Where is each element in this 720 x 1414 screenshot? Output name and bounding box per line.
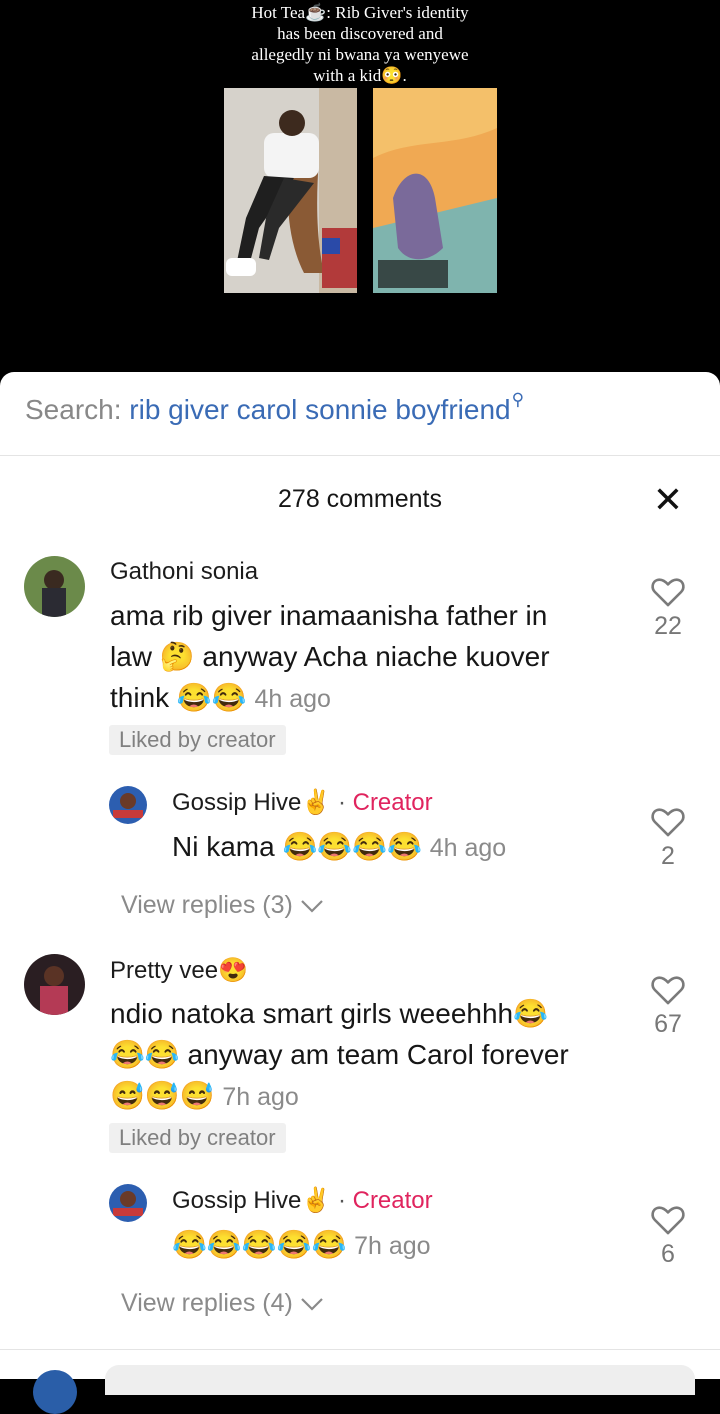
heart-icon [651,808,685,837]
comments-sheet: Search: rib giver carol sonnie boyfriend… [0,372,720,1414]
video-thumbnail-man [224,88,357,293]
heart-icon [651,1206,685,1235]
reply-author[interactable]: Gossip Hive✌️ [172,789,331,816]
close-icon[interactable]: ✕ [652,480,684,520]
comment-time: 4h ago [254,685,331,713]
avatar[interactable] [109,786,147,824]
separator-dot: · [337,789,346,816]
liked-by-creator-badge: Liked by creator [109,725,286,755]
like-count: 22 [654,612,682,640]
video-thumbnail-hand [373,88,497,293]
comment-line: law 🤔 anyway Acha niache kuover [110,641,550,672]
caption-line: Hot Tea☕: Rib Giver's identity [251,3,469,22]
search-prefix: Search: [25,394,122,425]
like-button[interactable]: 22 [648,576,688,641]
comment-line: ndio natoka smart girls weeehhh😂 [110,998,548,1029]
reply-time: 7h ago [354,1232,431,1260]
view-replies-button[interactable]: View replies (3) [121,891,324,920]
like-button[interactable]: 2 [648,806,688,871]
caption-line: allegedly ni bwana ya wenyewe [251,45,469,64]
like-button[interactable]: 67 [648,974,688,1039]
comment-text: ndio natoka smart girls weeehhh😂 😂😂 anyw… [110,993,569,1118]
separator-dot: · [337,1187,346,1214]
liked-by-creator-badge: Liked by creator [109,1123,286,1153]
avatar [33,1370,77,1414]
like-button[interactable]: 6 [648,1204,688,1269]
reply-author[interactable]: Gossip Hive✌️ [172,1187,331,1214]
hand-image [373,88,497,293]
comment-line: think 😂😂 [110,682,247,713]
comment-count: 278 comments [278,485,442,513]
comment-time: 7h ago [222,1083,299,1111]
comment-author[interactable]: Gathoni sonia [110,558,258,586]
heart-icon [651,578,685,607]
avatar[interactable] [24,954,85,1015]
reply-author-line: Gossip Hive✌️ · Creator [172,1186,433,1215]
view-replies-label: View replies (4) [121,1289,293,1317]
reply-text: 😂😂😂😂😂 7h ago [172,1224,431,1267]
add-comment-input[interactable] [105,1365,695,1395]
divider [0,1349,720,1350]
view-replies-button[interactable]: View replies (4) [121,1289,324,1318]
like-count: 67 [654,1010,682,1038]
creator-label: Creator [352,789,433,816]
comment-line: ama rib giver inamaanisha father in [110,600,548,631]
comment-text: ama rib giver inamaanisha father in law … [110,595,550,720]
caption-line: with a kid😳. [313,66,407,85]
comment-line: 😅😅😅 [110,1080,215,1111]
man-on-chair-image [224,88,357,293]
chevron-down-icon [301,900,323,913]
divider [0,455,720,456]
avatar[interactable] [109,1184,147,1222]
video-area[interactable]: Hot Tea☕: Rib Giver's identity has been … [0,0,720,385]
like-count: 2 [661,842,675,870]
chevron-down-icon [301,1298,323,1311]
comment-line: 😂😂 anyway am team Carol forever [110,1039,569,1070]
avatar[interactable] [24,556,85,617]
creator-label: Creator [352,1187,433,1214]
like-count: 6 [661,1240,675,1268]
search-suggestion[interactable]: Search: rib giver carol sonnie boyfriend… [25,390,524,426]
reply-line: Ni kama 😂😂😂😂 [172,831,422,862]
reply-time: 4h ago [429,834,507,862]
view-replies-label: View replies (3) [121,891,293,919]
comment-author[interactable]: Pretty vee😍 [110,956,248,985]
search-query-link[interactable]: rib giver carol sonnie boyfriend [129,394,510,425]
reply-line: 😂😂😂😂😂 [172,1229,347,1260]
caption-line: has been discovered and [277,24,443,43]
reply-author-line: Gossip Hive✌️ · Creator [172,788,433,817]
heart-icon [651,976,685,1005]
reply-text: Ni kama 😂😂😂😂 4h ago [172,826,506,869]
search-icon: ⚲ [511,390,525,409]
video-caption: Hot Tea☕: Rib Giver's identity has been … [0,2,720,86]
